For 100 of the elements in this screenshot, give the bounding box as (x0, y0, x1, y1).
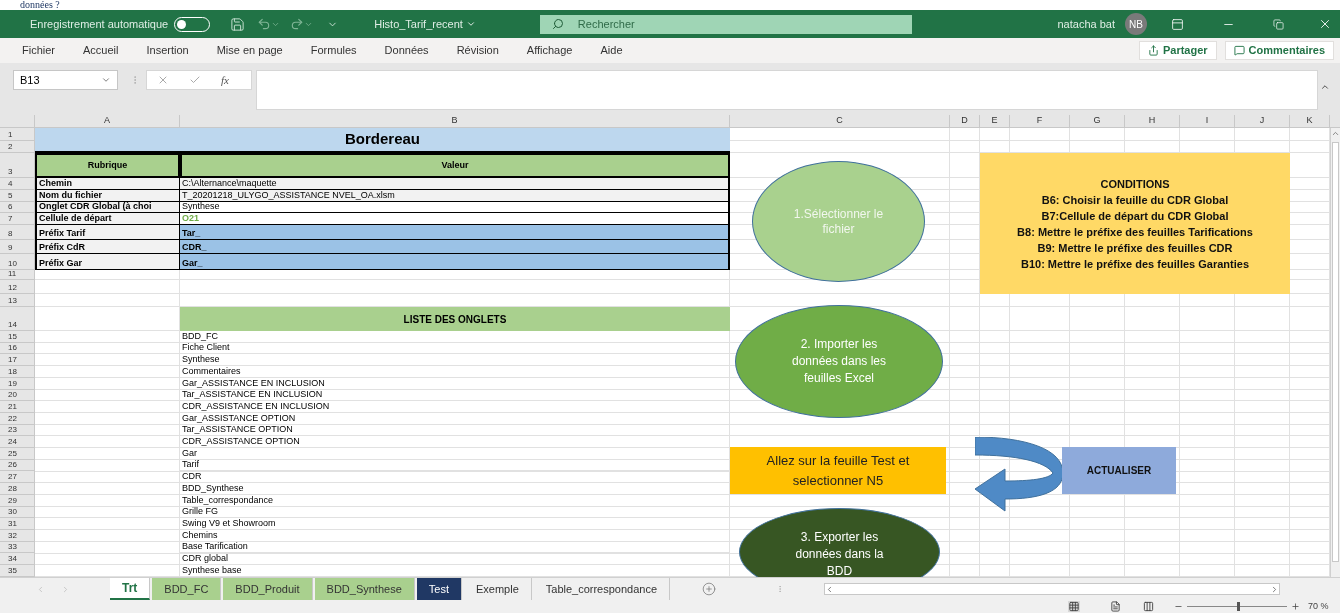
scroll-up-icon[interactable] (1331, 129, 1340, 138)
previous-sheet-icon[interactable] (36, 584, 45, 594)
row-header[interactable]: 12 (0, 280, 35, 294)
column-header[interactable]: D (950, 115, 980, 127)
user-avatar[interactable]: NB (1125, 13, 1147, 35)
comments-button[interactable]: Commentaires (1224, 41, 1334, 60)
condition-text: B8: Mettre le préfixe des feuilles Tarifications (1017, 224, 1253, 240)
field-label: Préfix Gar (35, 254, 180, 270)
row-header[interactable]: 21 (0, 401, 35, 413)
column-header[interactable]: B (180, 115, 730, 127)
column-header[interactable]: H (1125, 115, 1180, 127)
sheet-tab[interactable]: Trt (110, 578, 151, 600)
page-break-view-icon[interactable] (1143, 601, 1154, 612)
table-cell: Fiche Client (180, 342, 730, 355)
row-header[interactable]: 10 (0, 254, 35, 270)
cancel-icon[interactable] (157, 74, 169, 86)
zoom-in-icon[interactable] (1291, 602, 1300, 611)
collapse-icon[interactable] (1320, 82, 1330, 92)
enter-icon[interactable] (189, 74, 201, 86)
next-sheet-icon[interactable] (61, 584, 70, 594)
field-label: Cellule de départ (35, 213, 180, 225)
row-header[interactable]: 7 (0, 213, 35, 225)
name-box[interactable]: B13 (13, 70, 118, 90)
autosave-label: Enregistrement automatique (30, 16, 169, 32)
table-cell: Table_correspondance (180, 494, 730, 507)
table-cell: Synthese (180, 354, 730, 367)
field-label: Préfix CdR (35, 240, 180, 254)
row-header[interactable]: 9 (0, 240, 35, 254)
row-header[interactable]: 28 (0, 483, 35, 495)
row-header[interactable]: 15 (0, 331, 35, 343)
table-cell: BDD_Synthese (180, 483, 730, 495)
row-header[interactable]: 3 (0, 153, 35, 178)
row-header[interactable]: 18 (0, 366, 35, 378)
condition-text: B7:Cellule de départ du CDR Global (1041, 208, 1229, 224)
step-shape[interactable]: 3. Exporter les données dans la BDD (739, 508, 940, 577)
row-header[interactable]: 11 (0, 270, 35, 280)
search-field[interactable]: Rechercher (539, 14, 912, 34)
caret-icon[interactable] (101, 75, 111, 85)
column-header[interactable]: G (1070, 115, 1125, 127)
menu-item[interactable]: Formules (310, 42, 357, 59)
row-header[interactable]: 25 (0, 448, 35, 460)
row-header[interactable]: 6 (0, 202, 35, 213)
redo-icon[interactable] (290, 17, 305, 31)
row-header[interactable]: 8 (0, 225, 35, 240)
save-icon[interactable] (230, 16, 246, 32)
menu-item[interactable]: Données (384, 42, 429, 59)
refresh-button[interactable]: ACTUALISER (1062, 447, 1176, 494)
menu-item[interactable]: Aide (600, 42, 623, 59)
row-header[interactable]: 34 (0, 553, 35, 566)
row-header[interactable]: 17 (0, 354, 35, 367)
column-heading: Rubrique (35, 153, 180, 178)
zoom-level[interactable]: 70 % (1308, 599, 1329, 613)
close-icon[interactable] (1318, 17, 1332, 31)
menu-item[interactable]: Accueil (83, 42, 119, 59)
menu-item[interactable]: Fichier (22, 42, 55, 59)
sheet-tab[interactable]: BDD_FC (152, 578, 222, 600)
column-header[interactable]: I (1180, 115, 1235, 127)
user-name: natacha bat (1057, 16, 1115, 32)
table-cell: CDR_ASSISTANCE EN INCLUSION (180, 401, 730, 413)
share-button[interactable]: Partager (1138, 41, 1217, 60)
table-cell: Tarif (180, 459, 730, 472)
column-header[interactable]: E (980, 115, 1010, 127)
caret-icon[interactable] (465, 19, 476, 29)
horizontal-scrollbar[interactable] (824, 583, 1281, 595)
vertical-scrollbar[interactable] (1330, 128, 1340, 577)
page-heading: données ? (20, 0, 60, 10)
row-header[interactable]: 4 (0, 178, 35, 190)
row-header[interactable]: 14 (0, 307, 35, 331)
normal-view-icon[interactable] (1068, 601, 1080, 612)
row-header[interactable]: 31 (0, 518, 35, 530)
file-name[interactable]: Histo_Tarif_recent (374, 15, 463, 33)
menu-item[interactable]: Insertion (146, 42, 189, 59)
row-header[interactable]: 27 (0, 471, 35, 484)
page-layout-icon[interactable] (1110, 601, 1121, 612)
row-header[interactable]: 13 (0, 294, 35, 307)
column-header[interactable]: C (730, 115, 950, 127)
restore-icon[interactable] (1273, 18, 1284, 30)
row-header[interactable]: 35 (0, 565, 35, 577)
sheet-tab[interactable]: Test (416, 578, 462, 600)
row-header[interactable]: 2 (0, 141, 35, 153)
column-header[interactable]: A (35, 115, 180, 127)
field-value: Gar_ (180, 254, 730, 270)
menu-item[interactable]: Affichage (526, 42, 573, 59)
u-turn-arrow-icon (975, 437, 1063, 513)
undo-icon[interactable] (257, 17, 272, 31)
zoom-thumb[interactable] (1237, 602, 1240, 611)
row-header[interactable]: 5 (0, 190, 35, 202)
column-header[interactable]: J (1235, 115, 1290, 127)
row-header[interactable]: 1 (0, 128, 35, 141)
add-sheet-icon[interactable] (702, 582, 717, 596)
sheet-tab[interactable]: BDD_Produit (223, 578, 313, 600)
menu-item[interactable]: Révision (456, 42, 499, 59)
insert-function-button[interactable]: fx (221, 71, 229, 89)
column-header[interactable]: F (1010, 115, 1070, 127)
column-header[interactable]: K (1290, 115, 1330, 127)
ribbon-display-icon[interactable] (1171, 17, 1184, 31)
sheet-tab[interactable]: BDD_Synthese (314, 578, 415, 600)
menu-item[interactable]: Mise en page (216, 42, 283, 59)
formula-field[interactable] (256, 70, 1318, 110)
row-header[interactable]: 24 (0, 436, 35, 449)
